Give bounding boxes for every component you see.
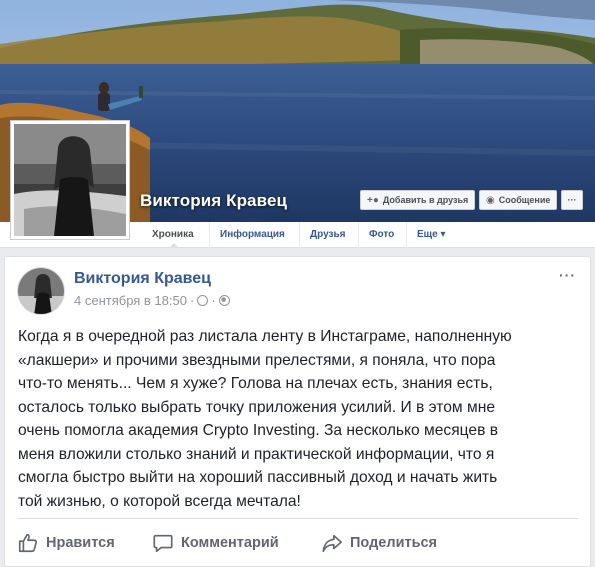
share-arrow-icon <box>322 534 342 553</box>
tab-about[interactable]: Информация <box>209 222 295 248</box>
tab-timeline[interactable]: Хроника <box>142 222 204 248</box>
add-friend-button[interactable]: +● Добавить в друзья <box>360 190 476 210</box>
more-options-button[interactable]: ··· <box>561 190 583 210</box>
post-actions: Нравится Комментарий Поделиться <box>5 525 592 561</box>
message-button[interactable]: ◉ Сообщение <box>479 190 558 210</box>
feed-post: Виктория Кравец 4 сентября в 18:50 · · ·… <box>4 256 591 567</box>
comment-button[interactable]: Комментарий <box>152 525 279 561</box>
message-label: Сообщение <box>498 195 551 205</box>
clock-icon <box>197 295 209 306</box>
messenger-icon: ◉ <box>486 194 495 206</box>
thumbs-up-icon <box>18 533 38 553</box>
post-meta: 4 сентября в 18:50 · · <box>74 293 230 308</box>
meta-separator: · <box>189 293 195 308</box>
profile-page: Виктория Кравец +● Добавить в друзья ◉ С… <box>0 0 595 567</box>
post-text-line: «лакшери» и прочими звездными прелестями… <box>18 351 496 369</box>
tab-photos[interactable]: Фото <box>358 222 404 248</box>
speech-bubble-icon <box>153 534 173 553</box>
post-text-line: что-то менять... Чем я хуже? Голова на п… <box>18 375 493 392</box>
post-text-line: смогла быстро выйти на хороший пассивный… <box>18 469 498 486</box>
globe-icon[interactable] <box>218 295 230 306</box>
tab-friends[interactable]: Друзья <box>299 222 355 248</box>
profile-picture[interactable] <box>10 120 130 240</box>
tab-more[interactable]: Еще ▾ <box>406 222 455 248</box>
post-divider <box>17 518 578 519</box>
share-label: Поделиться <box>350 535 438 551</box>
add-friend-icon: +● <box>367 194 379 206</box>
like-label: Нравится <box>46 535 115 551</box>
meta-separator-2: · <box>211 293 216 308</box>
post-author-name[interactable]: Виктория Кравец <box>74 270 211 288</box>
post-author-avatar-image <box>18 268 64 314</box>
post-options-icon[interactable]: ··· <box>559 267 576 283</box>
like-button[interactable]: Нравится <box>17 525 115 561</box>
post-timestamp[interactable]: 4 сентября в 18:50 <box>74 293 187 308</box>
post-text: Когда я в очередной раз листала ленту в … <box>18 325 583 513</box>
post-text-line: той жизнью, о которой всегда мечтала! <box>18 492 301 510</box>
post-text-line: меня вложили столько знаний и практическ… <box>18 445 495 463</box>
post-author-avatar[interactable] <box>17 267 65 315</box>
share-button[interactable]: Поделиться <box>321 525 437 561</box>
add-friend-label: Добавить в друзья <box>382 195 469 205</box>
comment-label: Комментарий <box>181 535 279 551</box>
post-text-line: осталось только выбрать точку приложения… <box>18 398 495 416</box>
profile-picture-image <box>14 124 126 236</box>
profile-name[interactable]: Виктория Кравец <box>140 191 287 211</box>
post-text-line: Когда я в очередной раз листала ленту в … <box>18 328 512 345</box>
post-text-line: очень помогла академия Crypto Investing.… <box>18 422 499 439</box>
